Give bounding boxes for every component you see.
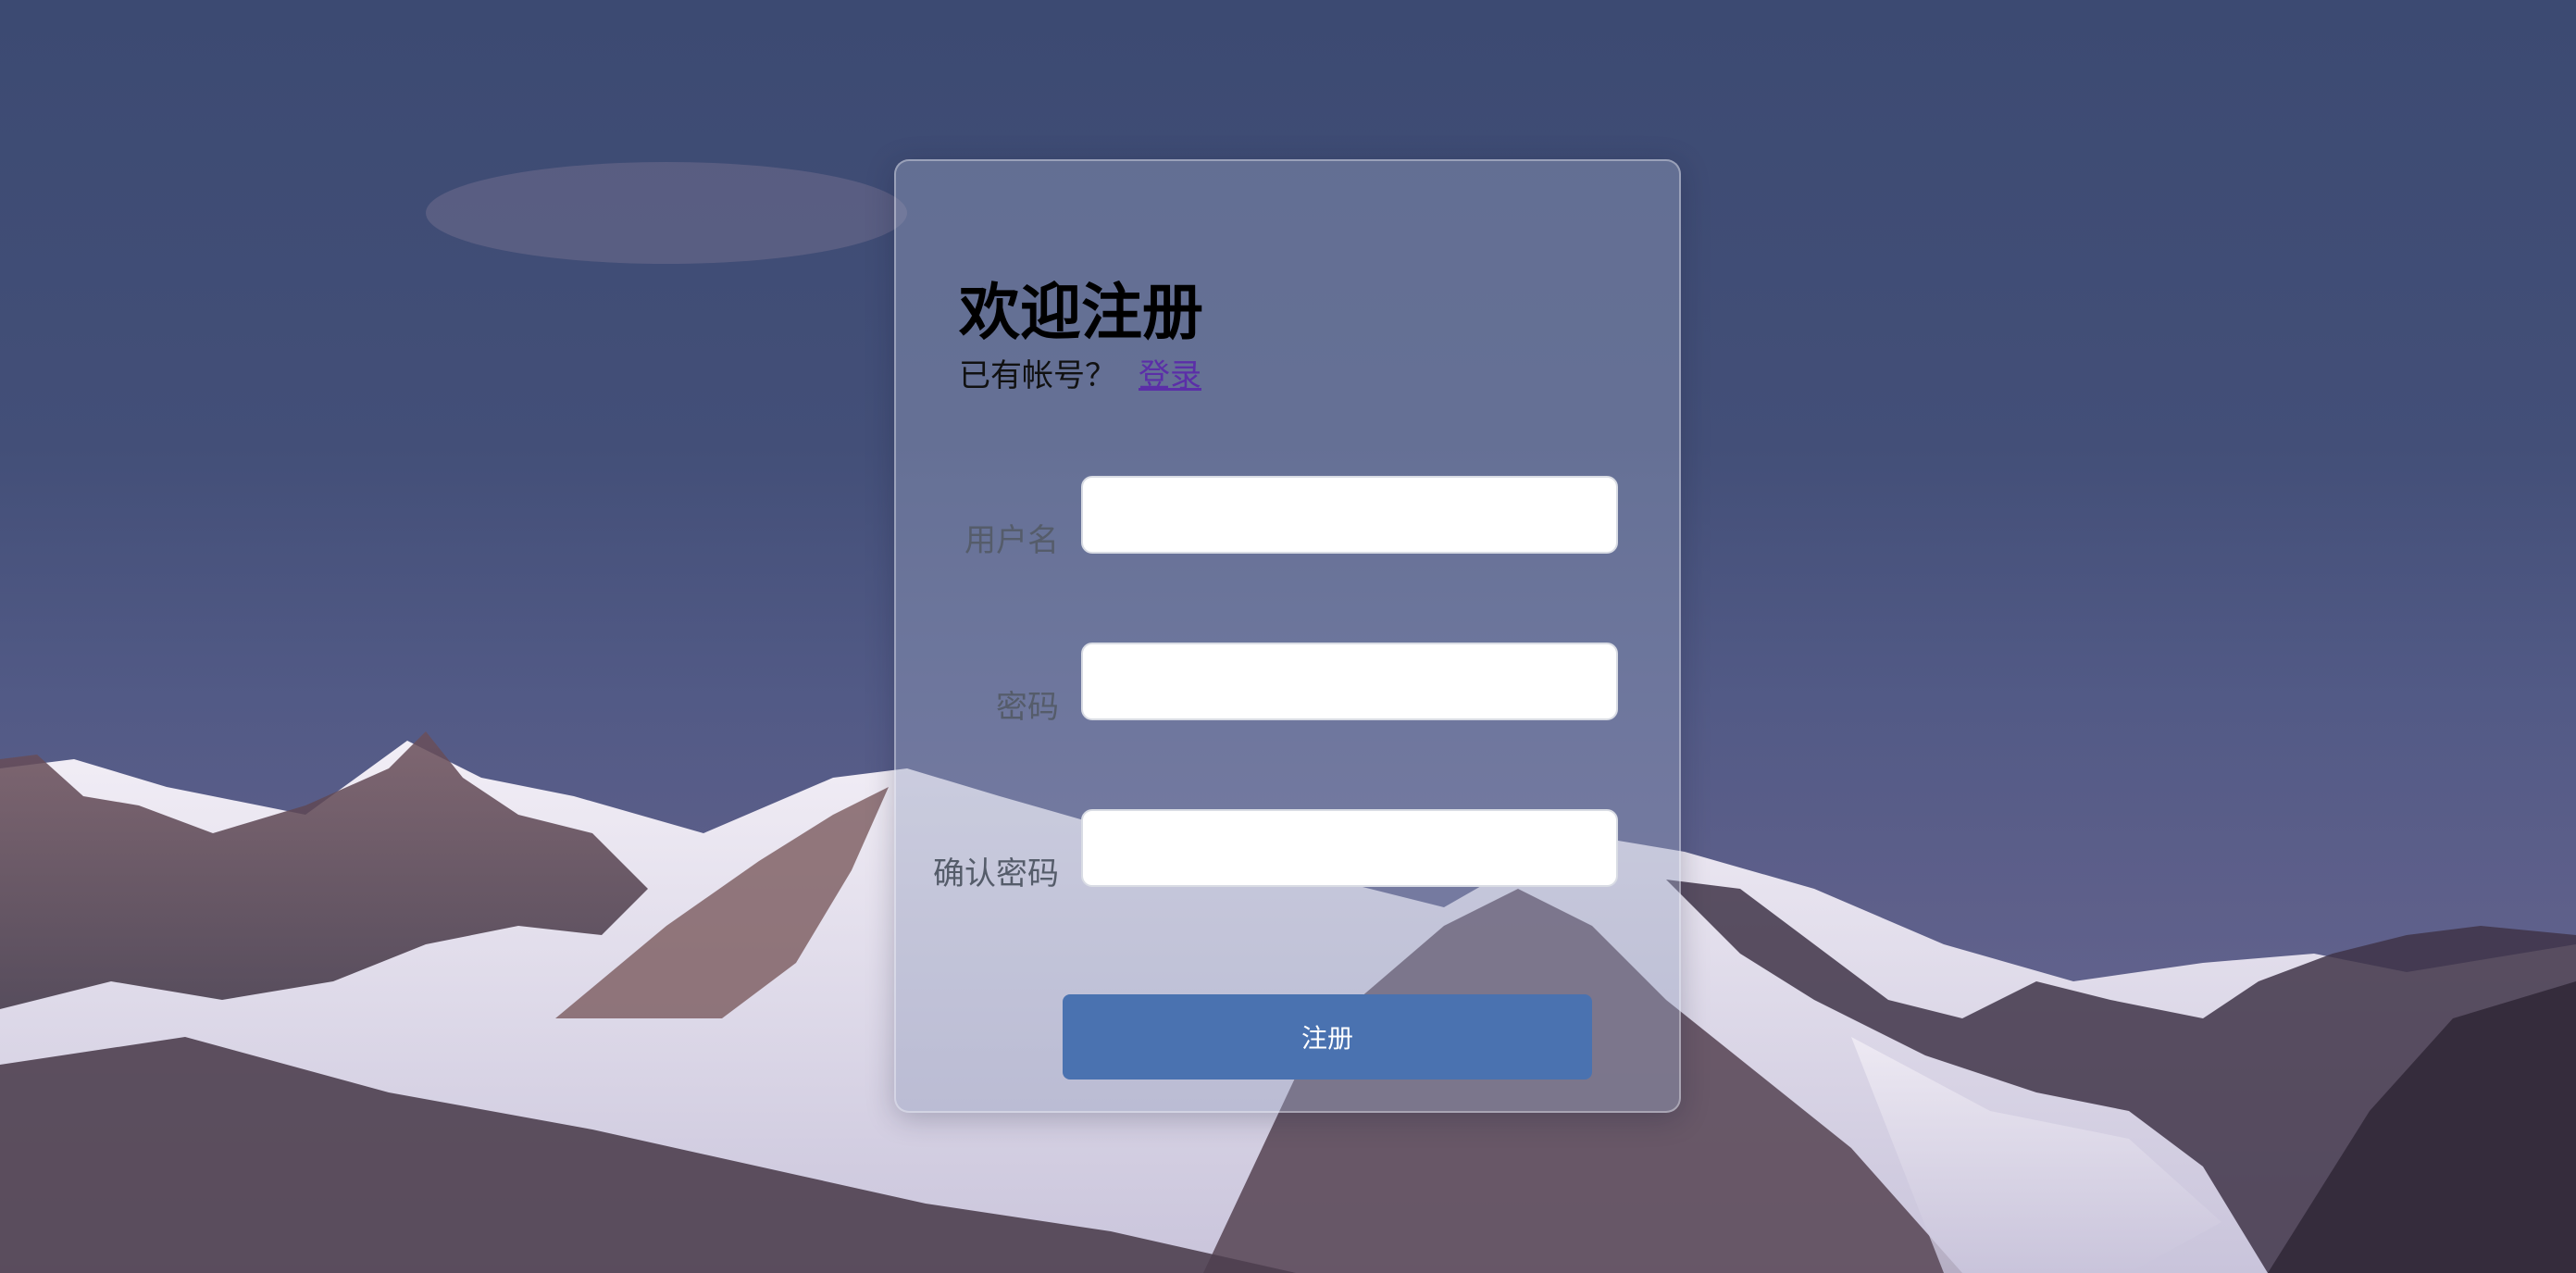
password-label: 密码 [996, 689, 1059, 726]
has-account-text: 已有帐号？ [959, 357, 1116, 394]
login-prompt: 已有帐号？ 登录 [959, 357, 1201, 395]
confirm-password-label: 确认密码 [933, 855, 1059, 892]
login-link[interactable]: 登录 [1139, 357, 1201, 394]
username-label: 用户名 [964, 522, 1059, 559]
username-input[interactable] [1081, 476, 1618, 554]
register-page: 欢迎注册 已有帐号？ 登录 用户名 密码 确认密码 注册 [0, 0, 2576, 1273]
register-card: 欢迎注册 已有帐号？ 登录 用户名 密码 确认密码 注册 [894, 159, 1681, 1113]
page-title: 欢迎注册 [959, 277, 1203, 348]
password-input[interactable] [1081, 643, 1618, 720]
confirm-password-input[interactable] [1081, 809, 1618, 887]
register-button[interactable]: 注册 [1063, 994, 1592, 1080]
